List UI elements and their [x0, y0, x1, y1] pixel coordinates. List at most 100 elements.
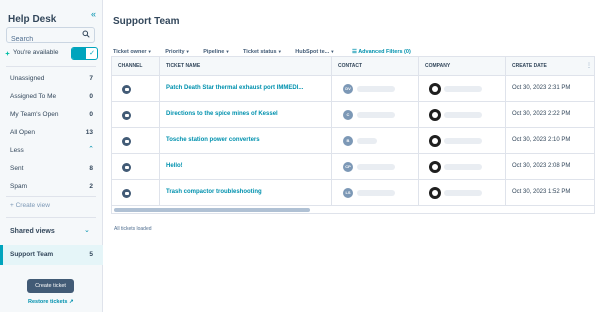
view-item-all-open[interactable]: All Open 13 [0, 124, 103, 142]
column-header-company[interactable]: COMPANY [419, 57, 506, 76]
view-item-unassigned[interactable]: Unassigned 7 [0, 70, 103, 88]
filter-ticket-status[interactable]: Ticket status ▾ [243, 49, 281, 55]
view-count: 13 [85, 129, 93, 136]
email-channel-icon [122, 163, 131, 172]
contact-avatar[interactable]: LS [343, 188, 353, 198]
channel-cell [112, 128, 160, 154]
table-row: Tosche station power converters B Oct 30… [112, 128, 594, 154]
channel-cell [112, 154, 160, 180]
view-item-assigned-to-me[interactable]: Assigned To Me 0 [0, 88, 103, 106]
redacted-contact-name [357, 86, 395, 92]
column-header-ticket-name[interactable]: TICKET NAME [160, 57, 332, 76]
search-field[interactable] [6, 27, 95, 47]
view-label: My Team's Open [10, 111, 59, 118]
sidebar: Help Desk « You're available ✓ Unassigne… [0, 0, 103, 312]
create-date-cell: Oct 30, 2023 2:10 PM [506, 128, 594, 154]
company-logo-icon [429, 83, 441, 95]
view-count: 0 [89, 111, 93, 118]
divider [6, 196, 96, 197]
table-row: Directions to the spice mines of Kessel … [112, 102, 594, 128]
redacted-company-name [444, 86, 482, 92]
chat-channel-icon [122, 137, 131, 146]
email-channel-icon [122, 111, 131, 120]
page-title: Support Team [113, 16, 180, 27]
filter-label: Ticket status [243, 49, 277, 55]
chevron-down-icon[interactable]: ⌄ [84, 226, 90, 234]
available-status-icon [5, 51, 10, 56]
company-logo-icon [429, 135, 441, 147]
filter-ticket-owner[interactable]: Ticket owner ▾ [113, 49, 151, 55]
column-header-create-date[interactable]: CREATE DATE [506, 57, 594, 76]
contact-avatar[interactable]: C [343, 110, 353, 120]
restore-tickets-label: Restore tickets [28, 299, 68, 305]
ticket-name-link[interactable]: Hello! [166, 163, 183, 169]
caret-down-icon: ▾ [186, 49, 189, 54]
availability-toggle[interactable]: ✓ [71, 47, 98, 60]
table-row: Patch Death Star thermal exhaust port IM… [112, 76, 594, 102]
ticket-name-link[interactable]: Tosche station power converters [166, 137, 260, 143]
create-date: Oct 30, 2023 1:52 PM [512, 189, 571, 195]
column-header-contact[interactable]: CONTACT [332, 57, 419, 76]
contact-cell: CP [332, 154, 419, 180]
redacted-company-name [444, 138, 482, 144]
view-item-support-team[interactable]: Support Team 5 [0, 245, 103, 265]
search-input[interactable] [7, 32, 77, 47]
ticket-name-link[interactable]: Trash compactor troubleshooting [166, 189, 262, 195]
contact-avatar[interactable]: DV [343, 84, 353, 94]
advanced-filters-label: Advanced Filters (0) [358, 49, 411, 55]
view-item-sent[interactable]: Sent 8 [0, 160, 103, 178]
filter-pipeline[interactable]: Pipeline ▾ [203, 49, 228, 55]
caret-down-icon: ▾ [331, 49, 334, 54]
email-channel-icon [122, 189, 131, 198]
collapse-sidebar-icon[interactable]: « [91, 9, 96, 19]
create-date: Oct 30, 2023 2:31 PM [512, 85, 571, 91]
filter-hubspot-team[interactable]: HubSpot te... ▾ [295, 49, 333, 55]
redacted-contact-name [357, 138, 377, 144]
view-label: Assigned To Me [10, 93, 57, 100]
company-logo-icon [429, 109, 441, 121]
view-count: 2 [89, 183, 93, 190]
channel-cell [112, 102, 160, 128]
search-icon[interactable] [82, 30, 90, 38]
company-cell [419, 76, 506, 102]
caret-down-icon: ▾ [278, 49, 281, 54]
main-panel: Support Team Ticket owner ▾ Priority ▾ Pip… [104, 0, 605, 312]
filter-priority[interactable]: Priority ▾ [165, 49, 189, 55]
create-date-cell: Oct 30, 2023 2:31 PM [506, 76, 594, 102]
column-header-channel[interactable]: CHANNEL [112, 57, 160, 76]
company-logo-icon [429, 161, 441, 173]
divider [6, 66, 96, 67]
contact-cell: DV [332, 76, 419, 102]
column-settings-icon[interactable]: ⋮ [586, 62, 592, 69]
advanced-filters-button[interactable]: ☰ Advanced Filters (0) [352, 49, 411, 55]
create-view-link[interactable]: + Create view [10, 202, 50, 209]
tickets-loaded-status: All tickets loaded [114, 226, 152, 232]
ticket-name-cell: Hello! [160, 154, 332, 180]
create-date-cell: Oct 30, 2023 2:08 PM [506, 154, 594, 180]
channel-cell [112, 180, 160, 206]
check-icon: ✓ [89, 50, 95, 57]
view-item-my-teams-open[interactable]: My Team's Open 0 [0, 106, 103, 124]
view-item-spam[interactable]: Spam 2 [0, 178, 103, 196]
filter-label: HubSpot te... [295, 49, 330, 55]
create-ticket-button[interactable]: Create ticket [27, 279, 74, 293]
filter-label: Pipeline [203, 49, 225, 55]
horizontal-scrollbar[interactable] [114, 208, 310, 212]
redacted-company-name [444, 190, 482, 196]
create-date: Oct 30, 2023 2:22 PM [512, 111, 571, 117]
company-cell [419, 180, 506, 206]
view-toggle-less[interactable]: Less ⌃ [0, 142, 103, 160]
contact-avatar[interactable]: CP [343, 162, 353, 172]
create-date-cell: Oct 30, 2023 1:52 PM [506, 180, 594, 206]
company-cell [419, 128, 506, 154]
company-cell [419, 102, 506, 128]
ticket-name-cell: Tosche station power converters [160, 128, 332, 154]
ticket-name-link[interactable]: Patch Death Star thermal exhaust port IM… [166, 85, 303, 91]
restore-tickets-link[interactable]: Restore tickets ↗ [28, 299, 74, 305]
tickets-table: CHANNEL TICKET NAME CONTACT COMPANY CREA… [111, 56, 595, 214]
ticket-name-cell: Directions to the spice mines of Kessel [160, 102, 332, 128]
table-row: Trash compactor troubleshooting LS Oct 3… [112, 180, 594, 206]
contact-avatar[interactable]: B [343, 136, 353, 146]
create-date: Oct 30, 2023 2:08 PM [512, 163, 571, 169]
ticket-name-link[interactable]: Directions to the spice mines of Kessel [166, 111, 278, 117]
